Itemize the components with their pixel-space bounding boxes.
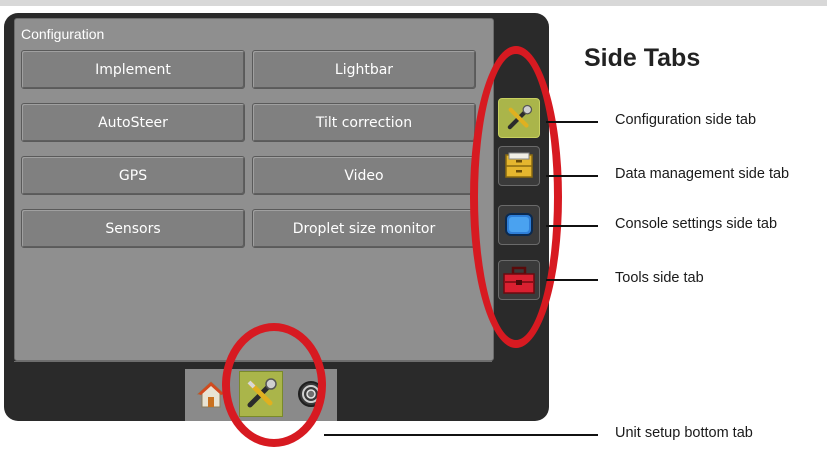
page-title: Configuration <box>21 26 105 42</box>
gauge-icon <box>298 381 324 407</box>
callout-line-data-management <box>546 175 598 177</box>
wrench-screwdriver-icon <box>507 104 533 130</box>
display-console: Configuration Implement Lightbar AutoSte… <box>4 13 549 421</box>
tab-home[interactable] <box>189 371 233 417</box>
implement-button[interactable]: Implement <box>21 50 245 89</box>
callout-line-unit-setup <box>324 434 598 436</box>
callout-unit-setup: Unit setup bottom tab <box>615 425 753 441</box>
callout-console-settings: Console settings side tab <box>615 216 778 232</box>
side-tab-tools[interactable] <box>498 260 540 300</box>
autosteer-button[interactable]: AutoSteer <box>21 103 245 142</box>
side-tabs-heading: Side Tabs <box>584 44 701 72</box>
callout-line-tools <box>546 279 598 281</box>
home-icon <box>196 381 226 408</box>
callout-tools: Tools side tab <box>615 270 704 286</box>
callout-line-console-settings <box>546 225 598 227</box>
bottom-tab-bar <box>185 369 337 421</box>
side-tab-configuration[interactable] <box>498 98 540 138</box>
tab-gauge[interactable] <box>289 371 333 417</box>
file-drawer-icon <box>505 152 533 178</box>
configuration-panel: Configuration Implement Lightbar AutoSte… <box>14 18 494 361</box>
side-tab-console-settings[interactable] <box>498 205 540 245</box>
top-border <box>0 0 827 6</box>
side-tab-data-management[interactable] <box>498 146 540 186</box>
video-button[interactable]: Video <box>252 156 476 195</box>
wrench-screwdriver-icon <box>247 378 277 408</box>
monitor-icon <box>505 213 533 236</box>
tab-unit-setup[interactable] <box>239 371 283 417</box>
bottom-divider <box>14 361 492 362</box>
gps-button[interactable]: GPS <box>21 156 245 195</box>
callout-configuration: Configuration side tab <box>615 112 757 128</box>
tilt-correction-button[interactable]: Tilt correction <box>252 103 476 142</box>
callout-data-management: Data management side tab <box>615 166 790 182</box>
toolbox-icon <box>503 266 535 294</box>
callout-line-configuration <box>546 121 598 123</box>
sensors-button[interactable]: Sensors <box>21 209 245 248</box>
droplet-size-monitor-button[interactable]: Droplet size monitor <box>252 209 476 248</box>
lightbar-button[interactable]: Lightbar <box>252 50 476 89</box>
